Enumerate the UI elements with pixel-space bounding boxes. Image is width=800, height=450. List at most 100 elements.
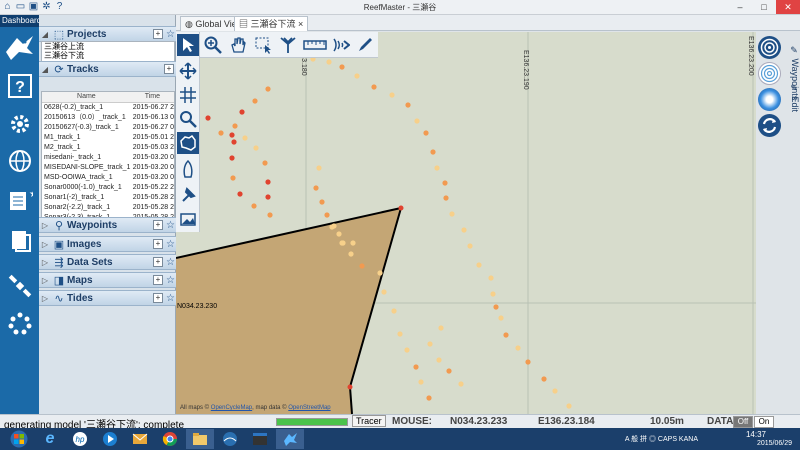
favorite-list-icon[interactable]: ★ bbox=[5, 185, 35, 215]
track-point bbox=[316, 165, 322, 171]
expand-icon[interactable]: ▷ bbox=[39, 294, 51, 303]
reefmaster-taskbar-icon[interactable] bbox=[276, 429, 304, 449]
star-icon[interactable]: ☆ bbox=[165, 275, 176, 286]
table-row[interactable]: M1_track_1 2015-05.01 2 bbox=[42, 132, 174, 142]
minimize-button[interactable]: – bbox=[728, 0, 752, 14]
media-player-icon[interactable] bbox=[96, 429, 124, 449]
australia-icon[interactable] bbox=[177, 132, 199, 154]
table-row[interactable]: Sonar0000(-1.0)_track_1 2015-05.22 2 bbox=[42, 182, 174, 192]
table-row[interactable]: misedani-_track_1 2015-03.20 0 bbox=[42, 152, 174, 162]
add-map-button[interactable]: + bbox=[153, 275, 163, 285]
add-project-button[interactable]: + bbox=[153, 29, 163, 39]
add-track-button[interactable]: + bbox=[164, 64, 174, 74]
chrome-icon[interactable] bbox=[156, 429, 184, 449]
pan-arrows-icon[interactable] bbox=[177, 60, 199, 82]
tab-close-icon[interactable]: × bbox=[298, 19, 303, 29]
tracer-button[interactable]: Tracer bbox=[352, 415, 386, 427]
expand-icon[interactable]: ◢ bbox=[39, 30, 51, 39]
openstreetmap-link[interactable]: OpenStreetMap bbox=[288, 405, 330, 411]
pin-tool-icon[interactable] bbox=[177, 184, 199, 206]
expand-icon[interactable]: ▷ bbox=[39, 258, 51, 267]
globe-icon[interactable] bbox=[5, 146, 35, 176]
table-row[interactable]: 20150627(-0.3)_track_1 2015-06.27 0 bbox=[42, 122, 174, 132]
hand-pan-icon[interactable] bbox=[227, 34, 249, 56]
expand-icon[interactable]: ▷ bbox=[39, 221, 51, 230]
add-waypoint-button[interactable]: + bbox=[153, 220, 163, 230]
expand-icon[interactable]: ◢ bbox=[39, 65, 51, 74]
start-button-icon[interactable] bbox=[4, 429, 34, 449]
map-canvas[interactable]: E136.23.190 E136.23.200 E136.23.180 N034… bbox=[176, 32, 756, 414]
ie-icon[interactable]: e bbox=[36, 429, 64, 449]
projects-header[interactable]: ◢ ⬚ Projects + ☆ bbox=[39, 26, 176, 42]
table-row[interactable]: MISEDANI-SLOPE_track_1 2015-03.20 0 bbox=[42, 162, 174, 172]
data-off-toggle[interactable]: Off bbox=[733, 416, 753, 428]
project-item[interactable]: 三瀬谷上流 bbox=[44, 42, 174, 51]
signal-arrow-icon[interactable] bbox=[330, 34, 352, 56]
lon-label: E136.23.200 bbox=[747, 36, 754, 76]
track-name-cell: Sonar2(-2.2)_track_1 bbox=[44, 203, 111, 211]
select-tool-icon[interactable] bbox=[177, 34, 199, 56]
star-icon[interactable]: ☆ bbox=[165, 293, 176, 304]
loading-icon[interactable] bbox=[5, 309, 35, 339]
help-icon[interactable]: ? bbox=[5, 71, 35, 101]
star-icon[interactable]: ☆ bbox=[165, 29, 176, 40]
documents-icon[interactable] bbox=[5, 225, 35, 255]
google-earth-icon[interactable] bbox=[216, 429, 244, 449]
zoom-tool-icon[interactable] bbox=[177, 108, 199, 130]
maps-header[interactable]: ▷ ◨ Maps + ☆ bbox=[39, 272, 176, 288]
tray-indicators[interactable]: A 般 拼 ◎ CAPS KANA bbox=[625, 434, 698, 444]
add-dataset-button[interactable]: + bbox=[153, 257, 163, 267]
tab-edit-side[interactable]: ✎ Edit bbox=[784, 84, 800, 112]
reefmaster-logo-icon[interactable] bbox=[3, 32, 36, 64]
expand-icon[interactable]: ▷ bbox=[39, 240, 51, 249]
clock-time[interactable]: 14:37 bbox=[746, 430, 766, 439]
settings-icon[interactable] bbox=[5, 109, 35, 139]
table-row[interactable]: 20150613（0.0）_track_1 2015-06.13 0 bbox=[42, 112, 174, 122]
data-on-toggle[interactable]: On bbox=[754, 416, 774, 428]
hp-icon[interactable]: hp bbox=[66, 429, 94, 449]
depth-shade-icon[interactable] bbox=[758, 88, 781, 111]
track-point bbox=[340, 240, 346, 246]
maximize-button[interactable]: □ bbox=[752, 0, 776, 14]
table-row[interactable]: 0628(-0.2)_track_1 2015-06.27 2 bbox=[42, 102, 174, 112]
tab-map-view[interactable]: ▤ 三瀬谷下流 × bbox=[234, 16, 309, 31]
column-header-name[interactable]: Name bbox=[42, 92, 131, 103]
table-row[interactable]: Sonar1(-2)_track_1 2015-05.28 2 bbox=[42, 192, 174, 202]
datasets-header[interactable]: ▷ ⇶ Data Sets + ☆ bbox=[39, 254, 176, 270]
box-select-icon[interactable] bbox=[252, 34, 274, 56]
refresh-icon[interactable] bbox=[758, 114, 781, 137]
outlook-icon[interactable] bbox=[126, 429, 154, 449]
table-row[interactable]: MSD-OOIWA_track_1 2015-03.20 0 bbox=[42, 172, 174, 182]
satellite-icon[interactable] bbox=[5, 271, 35, 301]
expand-icon[interactable]: ▷ bbox=[39, 276, 51, 285]
add-tide-button[interactable]: + bbox=[153, 293, 163, 303]
zoom-in-icon[interactable] bbox=[202, 34, 224, 56]
explorer-icon[interactable] bbox=[186, 429, 214, 449]
opencyclemap-link[interactable]: OpenCycleMap bbox=[211, 405, 252, 411]
tides-header[interactable]: ▷ ∿ Tides + ☆ bbox=[39, 290, 176, 306]
picture-tool-icon[interactable] bbox=[177, 208, 199, 230]
pen-icon[interactable] bbox=[354, 34, 376, 56]
boat-icon[interactable] bbox=[177, 158, 199, 180]
star-icon[interactable]: ☆ bbox=[165, 239, 176, 250]
star-icon[interactable]: ☆ bbox=[165, 257, 176, 268]
table-row[interactable]: Sonar2(-2.2)_track_1 2015-05.28 2 bbox=[42, 202, 174, 212]
antenna-icon[interactable] bbox=[277, 34, 299, 56]
sonar-rings-icon[interactable] bbox=[758, 36, 781, 59]
close-button[interactable]: ✕ bbox=[776, 0, 800, 14]
tracks-header[interactable]: ◢ ⟳ Tracks + bbox=[39, 61, 176, 77]
grid-tool-icon[interactable] bbox=[177, 84, 199, 106]
contour-rings-icon[interactable] bbox=[758, 62, 781, 85]
waypoints-header[interactable]: ▷ ⚲ Waypoints + ☆ bbox=[39, 217, 176, 233]
column-header-time[interactable]: Time bbox=[130, 92, 174, 103]
ruler-icon[interactable] bbox=[302, 34, 328, 56]
clock-date[interactable]: 2015/06/29 bbox=[757, 440, 792, 447]
images-header[interactable]: ▷ ▣ Images + ☆ bbox=[39, 236, 176, 252]
star-icon[interactable]: ☆ bbox=[165, 220, 176, 231]
vertex-marker[interactable] bbox=[347, 384, 353, 390]
vertex-marker[interactable] bbox=[398, 205, 404, 211]
add-image-button[interactable]: + bbox=[153, 239, 163, 249]
table-row[interactable]: M2_track_1 2015-05.03 2 bbox=[42, 142, 174, 152]
terminal-icon[interactable] bbox=[246, 429, 274, 449]
project-item[interactable]: 三瀬谷下流 bbox=[44, 51, 174, 60]
